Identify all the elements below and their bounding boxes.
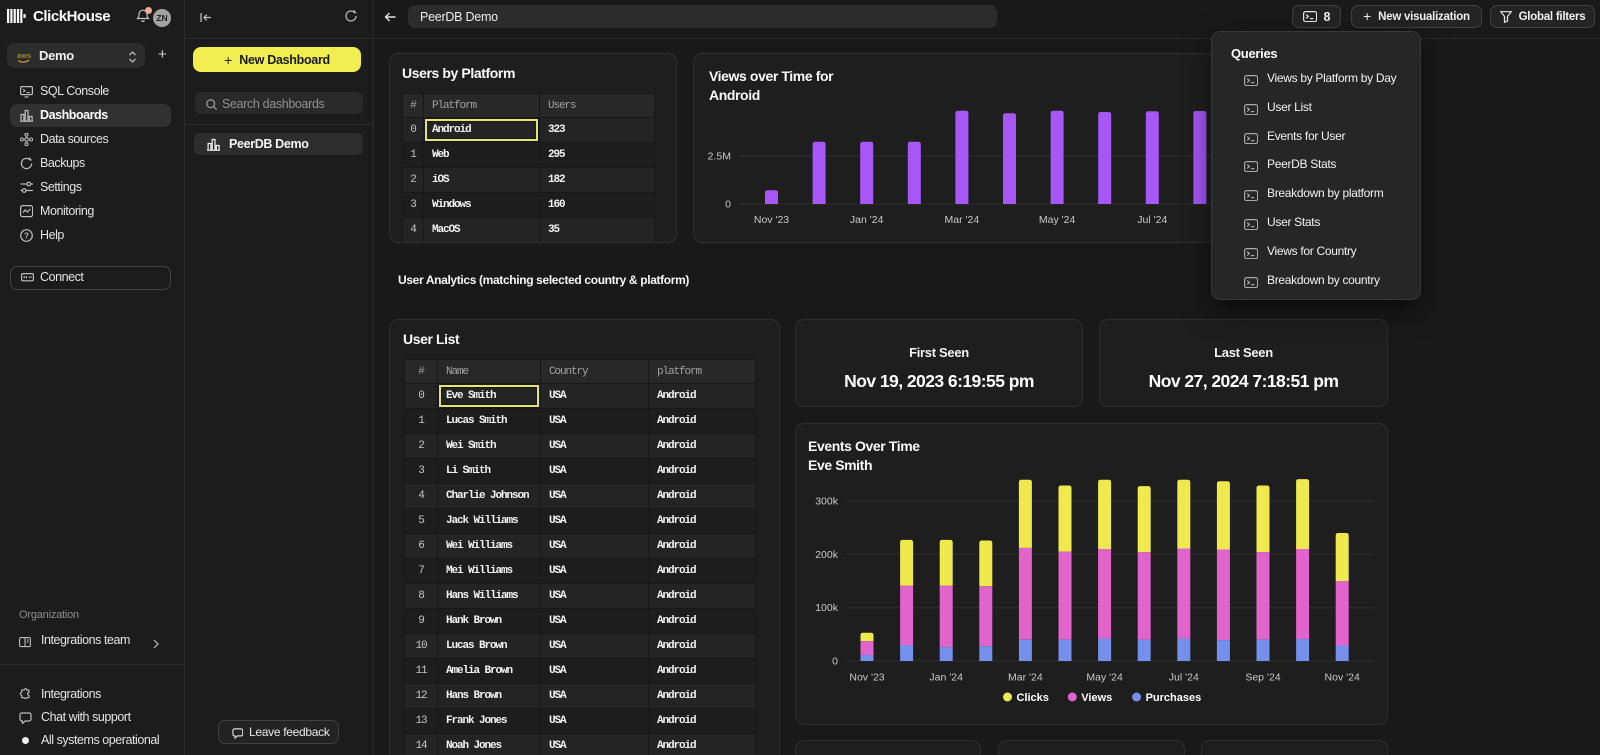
svg-text:Nov '24: Nov '24 xyxy=(1325,672,1360,684)
svg-text:Jul '24: Jul '24 xyxy=(1137,214,1167,226)
svg-text:2.5M: 2.5M xyxy=(708,151,731,163)
svg-text:May '24: May '24 xyxy=(1086,672,1123,684)
svg-text:Jan '24: Jan '24 xyxy=(850,214,884,226)
svg-text:Views: Views xyxy=(1081,692,1112,704)
svg-text:0: 0 xyxy=(832,656,838,668)
svg-text:Nov '23: Nov '23 xyxy=(849,672,884,684)
svg-text:Jul '24: Jul '24 xyxy=(1169,672,1199,684)
svg-text:aws: aws xyxy=(17,51,31,60)
svg-text:Sep '24: Sep '24 xyxy=(1245,672,1280,684)
svg-text:0: 0 xyxy=(725,199,731,211)
svg-text:300k: 300k xyxy=(815,496,839,508)
svg-text:?: ? xyxy=(24,231,29,240)
svg-text:May '24: May '24 xyxy=(1039,214,1076,226)
svg-text:200k: 200k xyxy=(815,549,839,561)
svg-text:Purchases: Purchases xyxy=(1146,692,1202,704)
svg-text:100k: 100k xyxy=(815,602,839,614)
svg-text:Jan '24: Jan '24 xyxy=(929,672,963,684)
svg-text:Mar '24: Mar '24 xyxy=(1008,672,1043,684)
svg-text:Mar '24: Mar '24 xyxy=(945,214,980,226)
svg-text:Clicks: Clicks xyxy=(1017,692,1049,704)
svg-text:Nov '23: Nov '23 xyxy=(754,214,789,226)
